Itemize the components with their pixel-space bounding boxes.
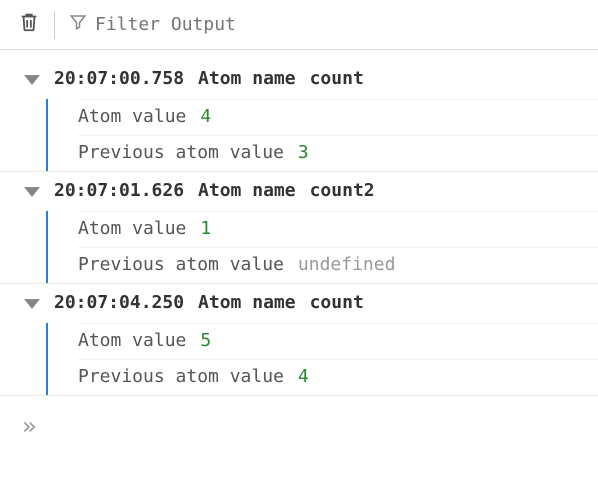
filter-input[interactable] [95, 14, 295, 35]
log-row: Previous atom value 4 [78, 359, 598, 395]
row-value: 1 [200, 218, 211, 239]
chevron-down-icon [24, 299, 40, 309]
trash-icon[interactable] [18, 10, 40, 39]
row-value: 5 [200, 330, 211, 351]
row-key: Atom value [78, 106, 186, 127]
log-group-header[interactable]: 20:07:04.250 Atom name count [0, 284, 598, 323]
row-key: Atom value [78, 218, 186, 239]
atom-name: count [310, 68, 364, 89]
chevron-down-icon [24, 187, 40, 197]
header-label: Atom name [198, 68, 296, 89]
log-group-body: Atom value 5 Previous atom value 4 [46, 323, 598, 395]
header-label: Atom name [198, 292, 296, 313]
log-group-body: Atom value 1 Previous atom value undefin… [46, 211, 598, 283]
row-key: Previous atom value [78, 142, 284, 163]
funnel-icon[interactable] [69, 13, 87, 36]
log-group-body: Atom value 4 Previous atom value 3 [46, 99, 598, 171]
row-value: 4 [200, 106, 211, 127]
timestamp: 20:07:01.626 [54, 180, 184, 201]
log-group: 20:07:04.250 Atom name count Atom value … [0, 284, 598, 396]
row-key: Previous atom value [78, 254, 284, 275]
log-list: 20:07:00.758 Atom name count Atom value … [0, 50, 598, 402]
log-group-header[interactable]: 20:07:01.626 Atom name count2 [0, 172, 598, 211]
header-label: Atom name [198, 180, 296, 201]
log-row: Atom value 1 [78, 211, 598, 247]
log-row: Atom value 5 [78, 323, 598, 359]
log-row: Previous atom value undefined [78, 247, 598, 283]
log-group: 20:07:01.626 Atom name count2 Atom value… [0, 172, 598, 284]
row-key: Atom value [78, 330, 186, 351]
toolbar-divider [54, 11, 55, 39]
toolbar [0, 0, 598, 50]
chevron-down-icon [24, 75, 40, 85]
row-value: 3 [298, 142, 309, 163]
prompt-chevron: » [22, 412, 32, 440]
console-prompt[interactable]: » [0, 402, 598, 454]
log-group-header[interactable]: 20:07:00.758 Atom name count [0, 60, 598, 99]
log-row: Previous atom value 3 [78, 135, 598, 171]
log-row: Atom value 4 [78, 99, 598, 135]
atom-name: count2 [310, 180, 375, 201]
row-key: Previous atom value [78, 366, 284, 387]
timestamp: 20:07:00.758 [54, 68, 184, 89]
log-group: 20:07:00.758 Atom name count Atom value … [0, 60, 598, 172]
row-value: 4 [298, 366, 309, 387]
atom-name: count [310, 292, 364, 313]
filter-wrap [69, 13, 295, 36]
row-value: undefined [298, 254, 396, 275]
timestamp: 20:07:04.250 [54, 292, 184, 313]
